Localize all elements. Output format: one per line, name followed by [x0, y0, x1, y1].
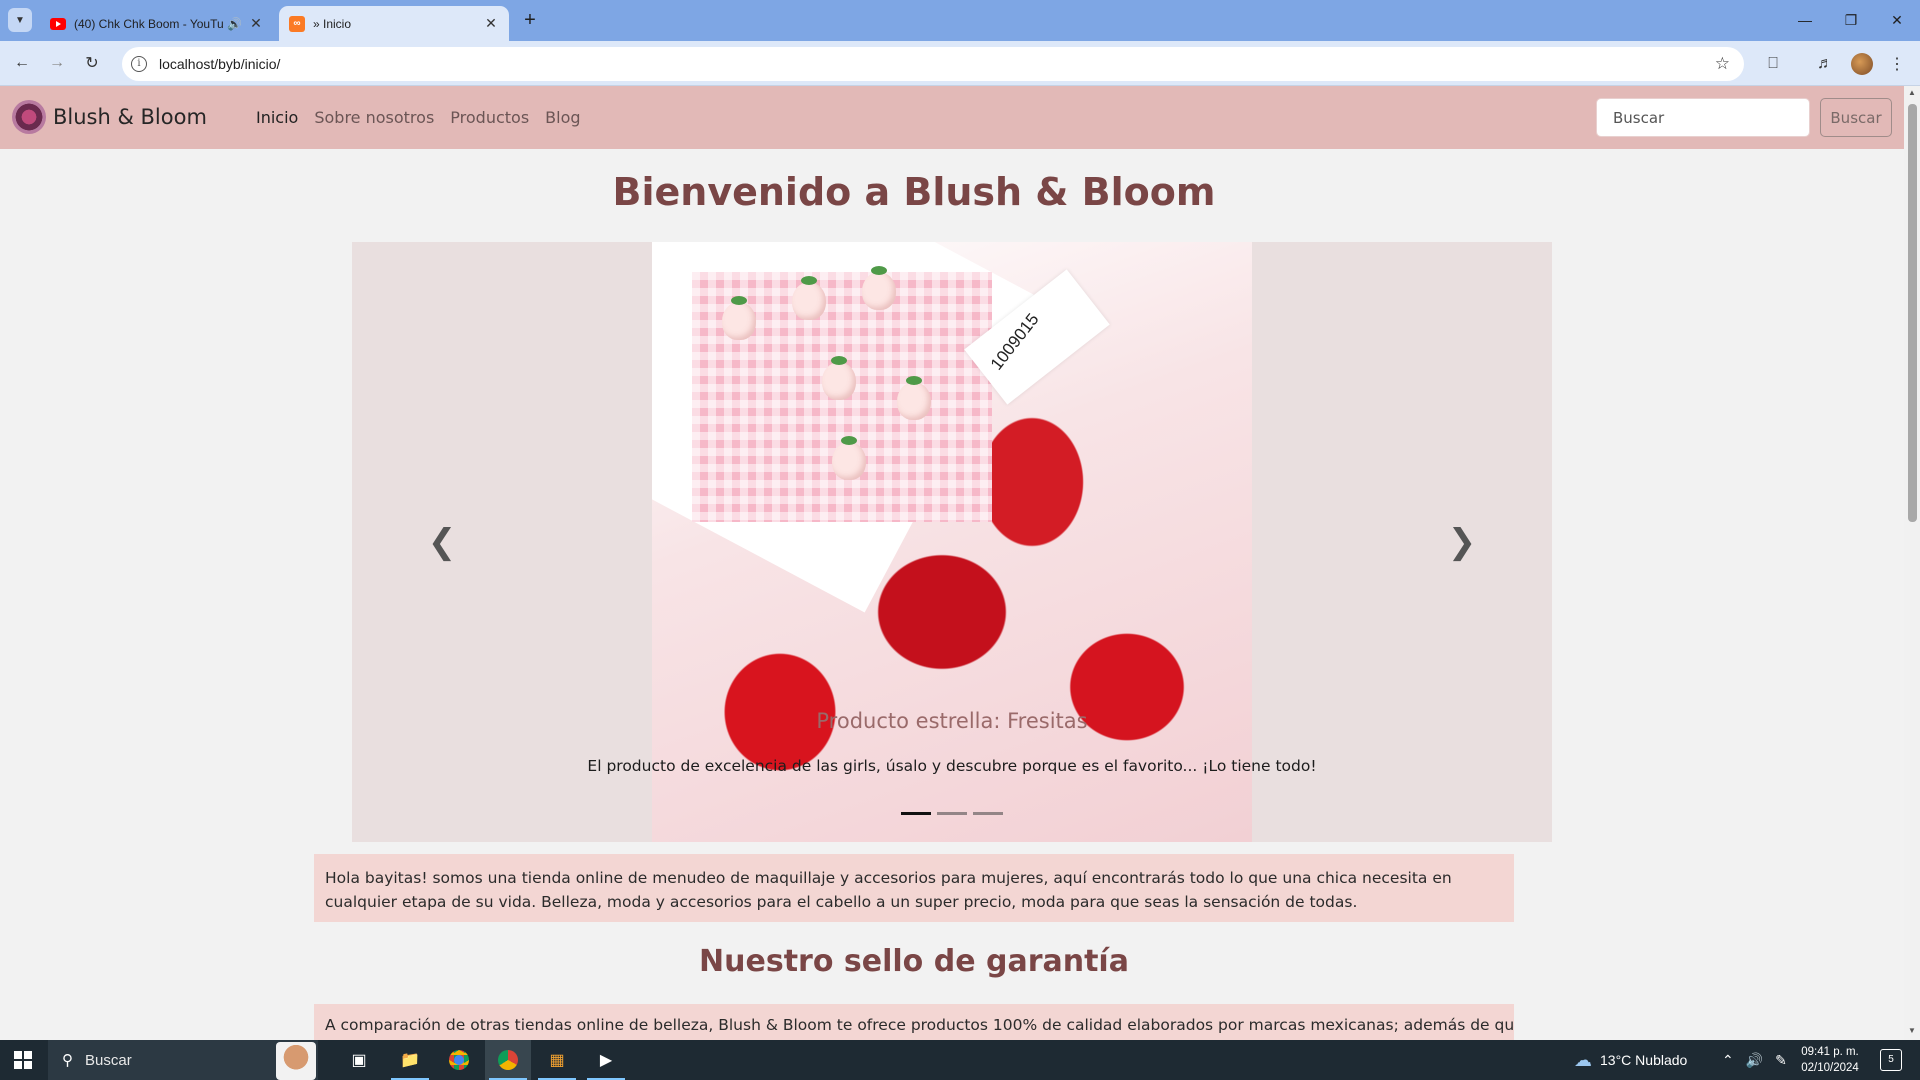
- search-input[interactable]: Buscar: [1596, 98, 1810, 137]
- pen-icon[interactable]: ✎: [1775, 1052, 1787, 1069]
- file-explorer-icon[interactable]: 📁: [387, 1040, 433, 1080]
- carousel-indicator-3[interactable]: [973, 812, 1003, 815]
- taskbar-search[interactable]: ⚲ Buscar: [48, 1040, 318, 1080]
- windows-taskbar: ⚲ Buscar ▣ 📁 ▦ ▶ ☁ 13°C Nublado ⌃ 🔊 ✎ 09…: [0, 1040, 1920, 1080]
- nav-link-sobre-nosotros[interactable]: Sobre nosotros: [314, 108, 434, 127]
- guarantee-paragraph: A comparación de otras tiendas online de…: [314, 1004, 1514, 1040]
- carousel-indicator-2[interactable]: [937, 812, 967, 815]
- tab-inicio[interactable]: ∞ » Inicio ✕: [279, 6, 509, 41]
- taskbar-clock[interactable]: 09:41 p. m. 02/10/2024: [1800, 1044, 1860, 1076]
- search-icon: ⚲: [62, 1052, 73, 1069]
- carousel-indicator-1[interactable]: [901, 812, 931, 815]
- cloud-icon: ☁: [1574, 1049, 1592, 1070]
- back-arrow-icon[interactable]: ←: [10, 51, 34, 75]
- weather-text: 13°C Nublado: [1600, 1052, 1688, 1068]
- media-control-icon[interactable]: ♬: [1814, 53, 1836, 75]
- rose-logo-icon: [12, 100, 46, 134]
- nav-links: Inicio Sobre nosotros Productos Blog: [256, 108, 581, 127]
- close-icon[interactable]: ✕: [248, 15, 264, 32]
- nav-link-blog[interactable]: Blog: [545, 108, 580, 127]
- weather-widget[interactable]: ☁ 13°C Nublado: [1574, 1040, 1687, 1080]
- scroll-thumb[interactable]: [1908, 104, 1917, 522]
- strawberry-decoration: [792, 276, 826, 320]
- strawberry-decoration: [722, 296, 756, 340]
- tab-search-button[interactable]: ▼: [8, 8, 32, 32]
- clock-date: 02/10/2024: [1801, 1062, 1859, 1074]
- chrome-active-icon[interactable]: [485, 1040, 531, 1080]
- chevron-down-icon: ▼: [15, 14, 25, 26]
- volume-icon[interactable]: 🔊: [1746, 1052, 1763, 1069]
- scroll-up-icon[interactable]: ▲: [1907, 88, 1917, 97]
- chevron-up-icon[interactable]: ⌃: [1722, 1052, 1734, 1069]
- nav-link-productos[interactable]: Productos: [450, 108, 529, 127]
- strawberry-decoration: [822, 356, 856, 400]
- page-title: Bienvenido a Blush & Bloom: [612, 170, 1216, 214]
- strawberry-decoration: [832, 436, 866, 480]
- browser-toolbar: ← → ↻ i localhost/byb/inicio/ ☆ ⎕ ♬ ⋮: [0, 41, 1920, 86]
- windows-start-icon[interactable]: [14, 1051, 32, 1069]
- profile-avatar[interactable]: [1851, 53, 1873, 75]
- url-text[interactable]: localhost/byb/inicio/: [159, 56, 1715, 72]
- tab-youtube[interactable]: (40) Chk Chk Boom - YouTube 🔊 ✕: [40, 6, 274, 41]
- media-player-icon[interactable]: ▶: [583, 1040, 629, 1080]
- carousel-prev-button[interactable]: ❮: [422, 522, 462, 562]
- scroll-down-icon[interactable]: ▼: [1907, 1026, 1917, 1035]
- site-navbar: Blush & Bloom Inicio Sobre nosotros Prod…: [0, 86, 1904, 149]
- task-view-icon[interactable]: ▣: [336, 1040, 382, 1080]
- brand-link[interactable]: Blush & Bloom: [12, 100, 207, 134]
- speaker-icon[interactable]: 🔊: [227, 17, 242, 31]
- carousel-indicators: [352, 812, 1552, 815]
- brand-name: Blush & Bloom: [53, 105, 207, 129]
- new-tab-button[interactable]: +: [518, 9, 542, 33]
- nav-link-inicio[interactable]: Inicio: [256, 108, 298, 127]
- strawberry-decoration: [862, 266, 896, 310]
- taskbar-search-text: Buscar: [85, 1051, 132, 1069]
- search-highlight-image: [276, 1042, 316, 1080]
- product-carousel: 1009015 ❮ ❯ Producto estrella: Fresitas …: [352, 242, 1552, 842]
- address-bar[interactable]: i localhost/byb/inicio/ ☆: [122, 47, 1744, 81]
- close-window-button[interactable]: ✕: [1874, 8, 1920, 32]
- xampp-icon: ∞: [289, 15, 305, 32]
- chrome-icon[interactable]: [436, 1040, 482, 1080]
- clock-time: 09:41 p. m.: [1801, 1046, 1859, 1058]
- strawberry-decoration: [897, 376, 931, 420]
- bookmark-star-icon[interactable]: ☆: [1715, 54, 1730, 74]
- forward-arrow-icon[interactable]: →: [45, 51, 69, 75]
- minimize-button[interactable]: —: [1782, 8, 1828, 32]
- winrar-icon[interactable]: ▦: [534, 1040, 580, 1080]
- carousel-slide-image: 1009015: [652, 242, 1252, 842]
- close-icon[interactable]: ✕: [483, 15, 499, 32]
- carousel-caption-text: El producto de excelencia de las girls, …: [587, 757, 1317, 775]
- menu-dots-icon[interactable]: ⋮: [1886, 53, 1908, 75]
- intro-paragraph: Hola bayitas! somos una tienda online de…: [314, 854, 1514, 922]
- notifications-icon[interactable]: 5: [1880, 1049, 1902, 1071]
- carousel-caption-title: Producto estrella: Fresitas: [816, 709, 1088, 733]
- search-button[interactable]: Buscar: [1820, 98, 1892, 137]
- extensions-icon[interactable]: ⎕: [1762, 53, 1784, 75]
- system-tray: ⌃ 🔊 ✎: [1722, 1040, 1787, 1080]
- notification-count: 5: [1888, 1054, 1894, 1065]
- page-scrollbar[interactable]: ▲ ▼: [1904, 86, 1920, 1040]
- youtube-icon: [50, 17, 66, 30]
- restore-button[interactable]: ❐: [1828, 8, 1874, 32]
- site-info-icon[interactable]: i: [131, 56, 147, 72]
- section-title: Nuestro sello de garantía: [699, 944, 1129, 979]
- tab-title: » Inicio: [313, 16, 352, 31]
- tab-title: (40) Chk Chk Boom - YouTube: [74, 16, 224, 31]
- carousel-next-button[interactable]: ❯: [1442, 522, 1482, 562]
- reload-icon[interactable]: ↻: [80, 51, 104, 75]
- browser-tab-strip: ▼ (40) Chk Chk Boom - YouTube 🔊 ✕ ∞ » In…: [0, 0, 1920, 41]
